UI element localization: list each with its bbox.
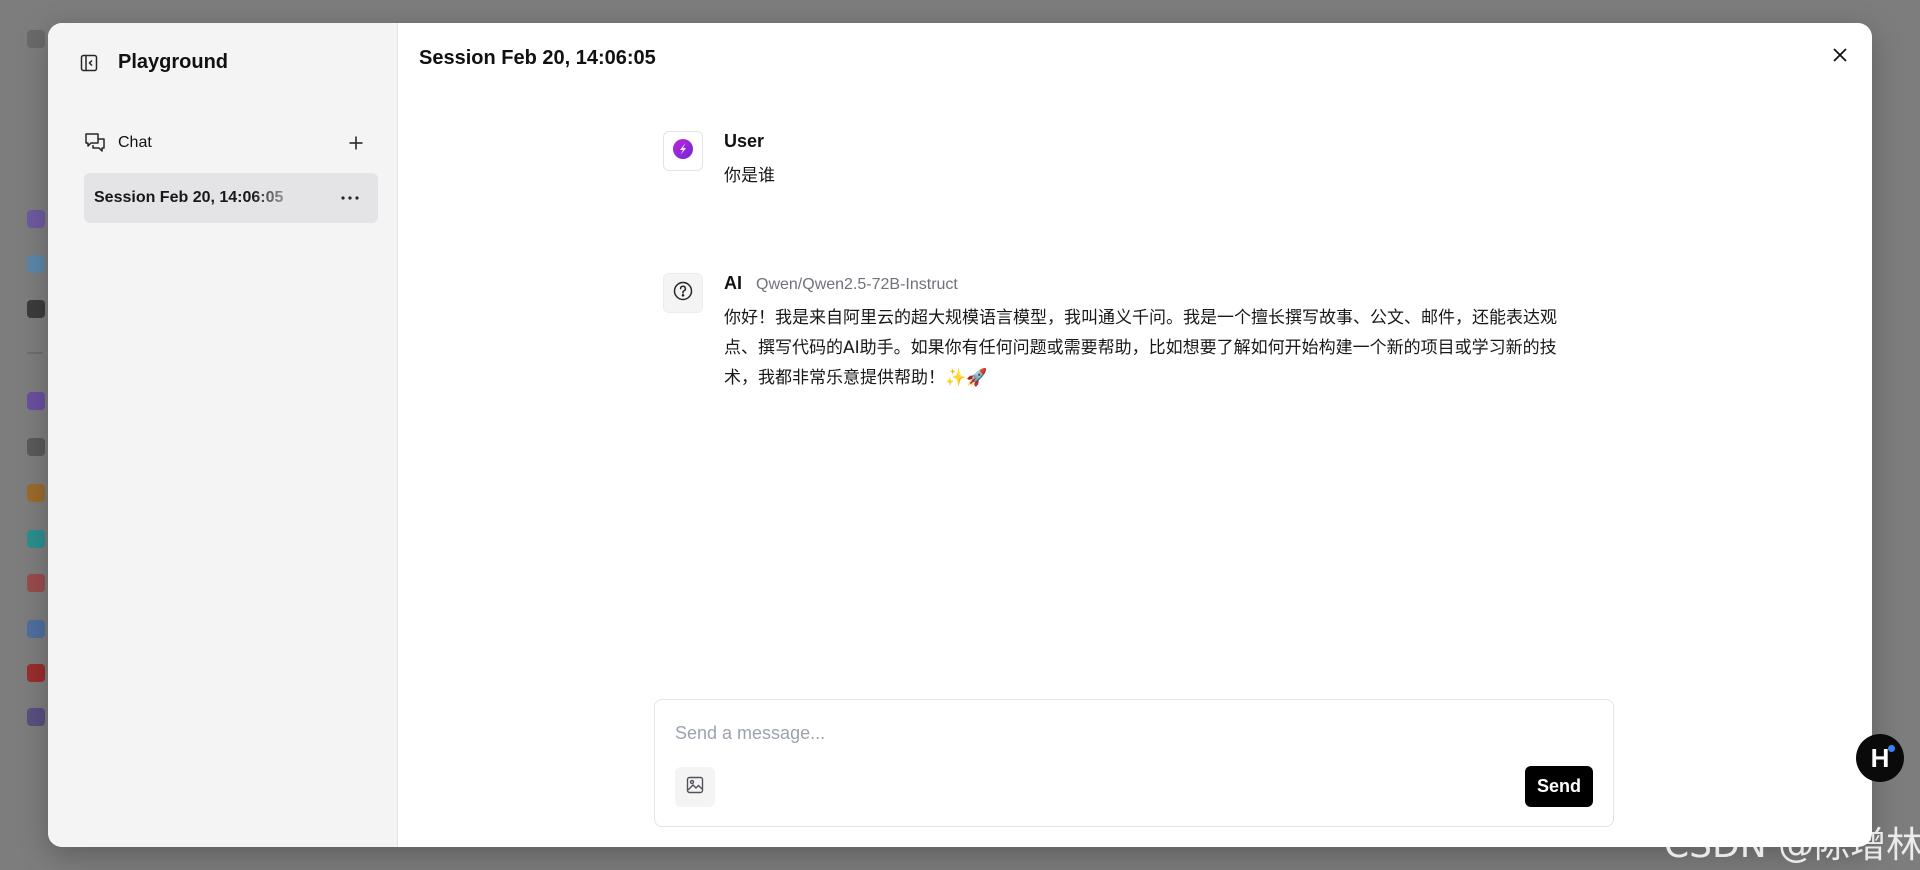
message-line: 术，我都非常乐意提供帮助！✨🚀 bbox=[724, 368, 988, 388]
chat-bubbles-icon bbox=[84, 131, 108, 155]
close-icon[interactable] bbox=[1826, 41, 1854, 69]
session-item-active[interactable]: Session Feb 20, 14:06:05 bbox=[84, 173, 378, 223]
user-avatar bbox=[663, 131, 703, 171]
ai-message: AI Qwen/Qwen2.5-72B-Instruct 你好！我是来自阿里云的… bbox=[663, 273, 1557, 393]
sidebar-collapse-icon[interactable] bbox=[78, 52, 100, 74]
sidebar-header: Playground bbox=[78, 51, 228, 74]
app-title: Playground bbox=[118, 51, 229, 73]
message-sender: AI bbox=[724, 273, 742, 293]
send-button[interactable]: Send bbox=[1525, 766, 1593, 807]
more-horizontal-icon[interactable] bbox=[336, 186, 364, 210]
user-logo-icon bbox=[672, 138, 694, 165]
message-text: 你好！我是来自阿里云的超大规模语言模型，我叫通义千问。我是一个擅长撰写故事、公文… bbox=[724, 303, 1557, 393]
image-upload-button[interactable] bbox=[675, 767, 715, 807]
session-item-label: Session Feb 20, 14:06:05 bbox=[94, 189, 284, 206]
question-circle-icon bbox=[673, 281, 693, 306]
background-rail bbox=[0, 0, 48, 870]
message-text: 你是谁 bbox=[724, 166, 775, 186]
image-icon bbox=[686, 776, 704, 799]
floating-assistant-button[interactable]: H bbox=[1856, 734, 1904, 782]
chat-section-label: Chat bbox=[118, 134, 152, 151]
watermark: CSDN @陈增林 bbox=[1664, 825, 1920, 866]
ai-avatar bbox=[663, 273, 703, 313]
fab-status-dot bbox=[1888, 745, 1895, 752]
chat-section-header: Chat bbox=[84, 131, 368, 155]
new-chat-plus-icon[interactable] bbox=[344, 131, 368, 155]
playground-modal: Playground Chat Session Feb 20, 14:06:05 bbox=[48, 23, 1872, 847]
message-sender: User bbox=[724, 131, 765, 151]
message-line: 你好！我是来自阿里云的超大规模语言模型，我叫通义千问。我是一个擅长撰写故事、公文… bbox=[724, 308, 1557, 328]
user-message: User 你是谁 bbox=[663, 131, 775, 191]
message-line: 点、撰写代码的AI助手。如果你有任何问题或需要帮助，比如想要了解如何开始构建一个… bbox=[724, 338, 1557, 358]
message-input[interactable] bbox=[675, 720, 1575, 746]
model-name: Qwen/Qwen2.5-72B-Instruct bbox=[756, 276, 958, 293]
fab-logo: H bbox=[1870, 742, 1890, 773]
sidebar: Playground Chat Session Feb 20, 14:06:05 bbox=[48, 23, 398, 847]
session-title: Session Feb 20, 14:06:05 bbox=[419, 47, 656, 69]
chat-main-panel: Session Feb 20, 14:06:05 User 你是谁 AI Qwe… bbox=[398, 23, 1872, 847]
message-composer: Send bbox=[654, 699, 1614, 827]
